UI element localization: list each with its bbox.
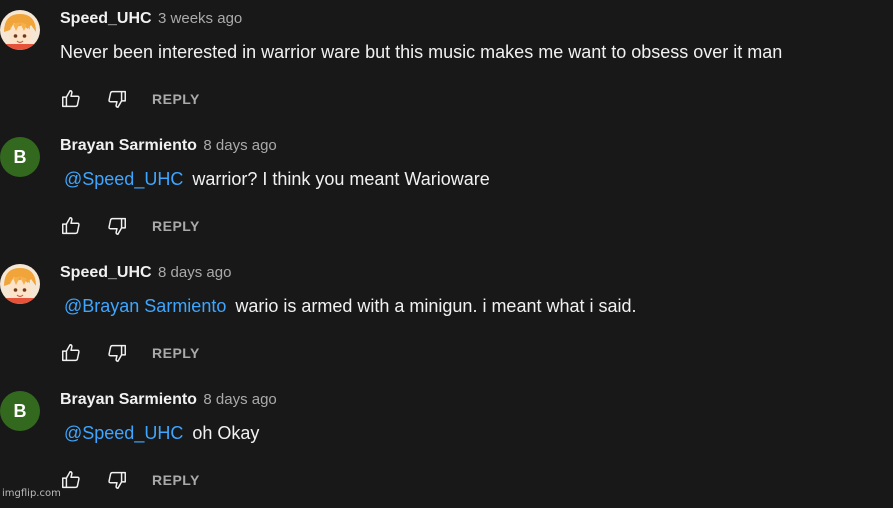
comment-text: @Speed_UHC oh Okay (60, 423, 259, 444)
comment-actions: REPLY (60, 341, 200, 365)
comment-time[interactable]: 8 days ago (203, 391, 276, 408)
comment-actions: REPLY (60, 214, 200, 238)
thumb-down-icon (108, 90, 126, 108)
comment-body: oh Okay (192, 423, 260, 443)
avatar[interactable] (0, 10, 40, 50)
comment-author[interactable]: Brayan Sarmiento (60, 391, 197, 408)
thumb-down-icon (108, 471, 126, 489)
thumb-up-icon (62, 217, 80, 235)
comment-text: @Brayan Sarmiento wario is armed with a m… (60, 296, 637, 317)
thumb-up-icon (62, 471, 80, 489)
avatar[interactable] (0, 264, 40, 304)
dislike-button[interactable] (106, 88, 128, 110)
comment-header: Speed_UHC 8 days ago (60, 264, 231, 282)
avatar-letter: B (13, 146, 27, 167)
comment-text: Never been interested in warrior ware bu… (60, 42, 782, 63)
comment-3: Speed_UHC 8 days ago @Brayan Sarmiento wa… (0, 254, 893, 381)
comment-body: wario is armed with a minigun. i meant w… (235, 296, 637, 316)
comment-author[interactable]: Speed_UHC (60, 10, 152, 27)
reply-button[interactable]: REPLY (152, 216, 200, 236)
reply-button[interactable]: REPLY (152, 470, 200, 490)
comment-time[interactable]: 8 days ago (158, 264, 231, 281)
mention-link[interactable]: @Speed_UHC (64, 169, 183, 189)
like-button[interactable] (60, 215, 82, 237)
dislike-button[interactable] (106, 469, 128, 491)
comment-body: warrior? I think you meant Warioware (192, 169, 490, 189)
comment-header: Speed_UHC 3 weeks ago (60, 10, 242, 28)
comment-actions: REPLY (60, 468, 200, 492)
reply-button[interactable]: REPLY (152, 89, 200, 109)
like-button[interactable] (60, 469, 82, 491)
comment-time[interactable]: 3 weeks ago (158, 10, 242, 27)
comment-body: Never been interested in warrior ware bu… (60, 42, 783, 62)
comment-4: B Brayan Sarmiento 8 days ago @Speed_UHC… (0, 381, 893, 508)
comment-text: @Speed_UHC warrior? I think you meant War… (60, 169, 490, 190)
reply-button[interactable]: REPLY (152, 343, 200, 363)
thumb-up-icon (62, 344, 80, 362)
thumb-down-icon (108, 344, 126, 362)
thumb-down-icon (108, 217, 126, 235)
avatar[interactable]: B (0, 391, 40, 431)
comment-header: Brayan Sarmiento 8 days ago (60, 391, 277, 409)
comment-author[interactable]: Speed_UHC (60, 264, 152, 281)
like-button[interactable] (60, 342, 82, 364)
avatar-letter: B (13, 400, 27, 421)
like-button[interactable] (60, 88, 82, 110)
anime-avatar-icon (0, 264, 40, 304)
comment-time[interactable]: 8 days ago (203, 137, 276, 154)
comment-author[interactable]: Brayan Sarmiento (60, 137, 197, 154)
comment-actions: REPLY (60, 87, 200, 111)
mention-link[interactable]: @Speed_UHC (64, 423, 183, 443)
dislike-button[interactable] (106, 215, 128, 237)
watermark: imgflip.com (2, 488, 61, 499)
mention-link[interactable]: @Brayan Sarmiento (64, 296, 226, 316)
avatar[interactable]: B (0, 137, 40, 177)
comment-1: Speed_UHC 3 weeks ago Never been interes… (0, 0, 893, 127)
comment-header: Brayan Sarmiento 8 days ago (60, 137, 277, 155)
thumb-up-icon (62, 90, 80, 108)
anime-avatar-icon (0, 10, 40, 50)
comment-2: B Brayan Sarmiento 8 days ago @Speed_UHC… (0, 127, 893, 254)
dislike-button[interactable] (106, 342, 128, 364)
